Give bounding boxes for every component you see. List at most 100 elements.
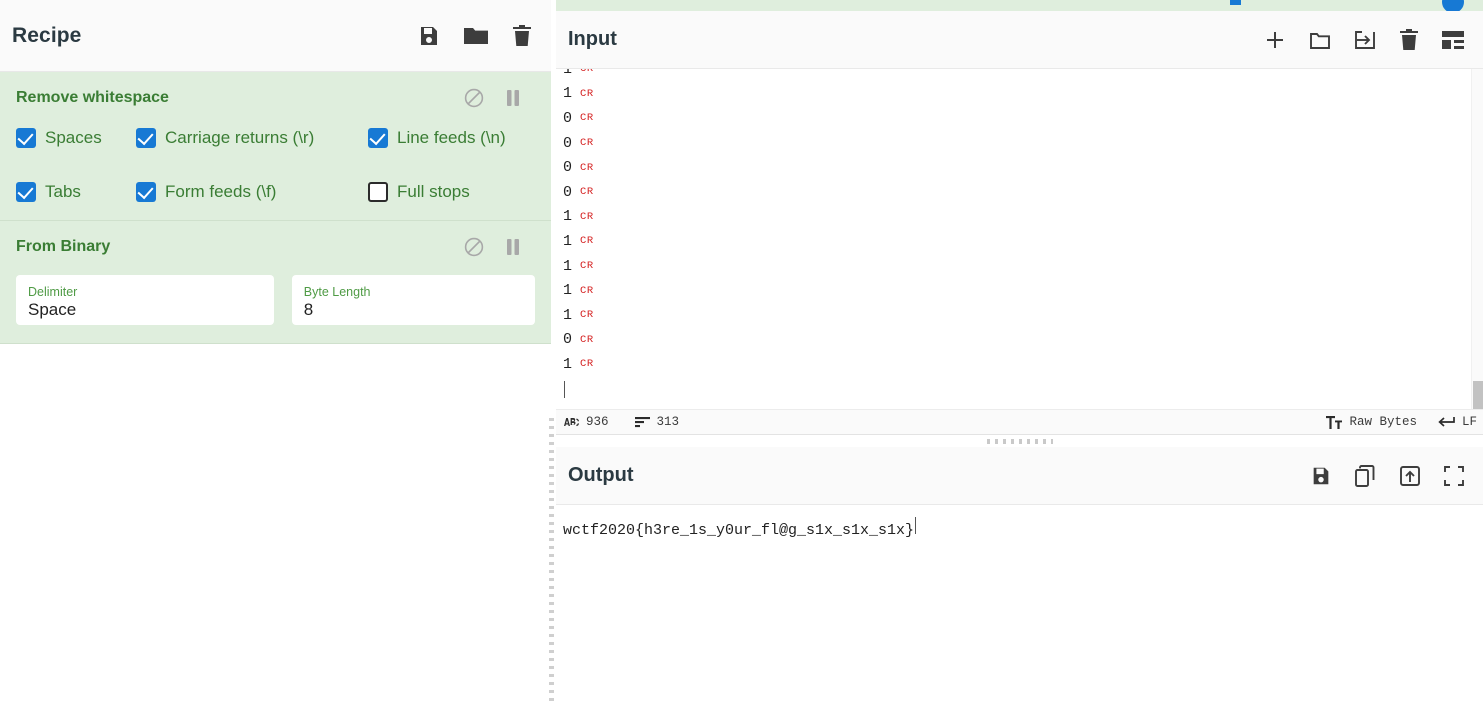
output-title-bar: Output [556, 447, 1483, 505]
lines-icon [634, 416, 650, 428]
byte-length-field-label: Byte Length [303, 284, 371, 299]
input-line[interactable]: 1 CR [563, 303, 1483, 328]
eol-marker: CR [580, 69, 594, 76]
clipped-blue-bar [1230, 0, 1241, 5]
checkbox-spaces[interactable]: Spaces [16, 128, 136, 148]
input-line[interactable]: 0 CR [563, 131, 1483, 156]
disable-operation-icon[interactable] [463, 87, 485, 109]
operation-controls [463, 87, 535, 109]
output-editor[interactable]: wctf2020{h3re_1s_y0ur_fl@g_s1x_s1x_s1x} [556, 505, 1483, 701]
input-encoding-control[interactable]: Raw Bytes [1326, 415, 1417, 429]
operation-remove-whitespace[interactable]: Remove whitespace Spaces Carriage return… [0, 72, 551, 221]
input-scrollbar[interactable] [1471, 69, 1483, 409]
checkbox-line-feeds-box[interactable] [368, 128, 388, 148]
eol-marker: CR [580, 210, 594, 223]
input-title-bar: Input [556, 11, 1483, 69]
clear-input-icon[interactable] [1398, 28, 1420, 52]
input-title: Input [568, 28, 617, 50]
input-toolbar [1263, 28, 1465, 52]
eol-marker: CR [580, 333, 594, 346]
copy-output-icon[interactable] [1353, 464, 1377, 488]
input-line[interactable]: 1 CR [563, 205, 1483, 230]
checkbox-line-feeds[interactable]: Line feeds (\n) [368, 128, 506, 148]
save-output-icon[interactable] [1310, 464, 1332, 488]
delimiter-field-value[interactable]: Space [28, 299, 262, 321]
reset-pane-layout-icon[interactable] [1441, 29, 1465, 51]
input-line-bit: 0 [563, 183, 573, 201]
input-line-bit: 1 [563, 232, 573, 250]
maximise-output-icon[interactable] [1443, 465, 1465, 487]
pause-operation-icon[interactable] [505, 237, 521, 257]
checkbox-full-stops-label: Full stops [397, 182, 470, 201]
input-line[interactable]: 1 CR [563, 278, 1483, 303]
byte-length-field-value[interactable]: 8 [304, 299, 523, 321]
text-caret [564, 380, 565, 398]
checkbox-carriage-returns[interactable]: Carriage returns (\r) [136, 128, 368, 148]
checkbox-form-feeds-box[interactable] [136, 182, 156, 202]
input-eol-control[interactable]: LF [1437, 415, 1477, 429]
checkbox-row-1: Spaces Carriage returns (\r) Line feeds … [16, 128, 535, 148]
recipe-pane: Recipe Remove whitespace Spaces Carriage… [0, 0, 551, 701]
input-line-empty[interactable] [563, 377, 1483, 402]
checkbox-spaces-box[interactable] [16, 128, 36, 148]
clear-recipe-icon[interactable] [511, 24, 533, 48]
add-input-tab-icon[interactable] [1263, 28, 1287, 52]
checkbox-full-stops[interactable]: Full stops [368, 182, 470, 202]
input-line[interactable]: 0 CR [563, 155, 1483, 180]
input-line-bit: 0 [563, 109, 573, 127]
input-line[interactable]: 0 CR [563, 328, 1483, 353]
input-line[interactable]: 0 CR [563, 106, 1483, 131]
delimiter-field[interactable]: Delimiter Space [16, 275, 274, 325]
checkbox-form-feeds-label: Form feeds (\f) [165, 182, 277, 201]
input-code-lines[interactable]: 1 CR 1 CR 0 CR 0 CR 0 CR 0 CR 1 CR 1 CR … [556, 69, 1483, 401]
operation-controls [463, 236, 535, 258]
eol-marker: CR [580, 87, 594, 100]
clipped-top-strip [556, 0, 1483, 11]
open-folder-icon[interactable] [1308, 28, 1332, 52]
save-recipe-icon[interactable] [417, 24, 441, 48]
input-line[interactable]: 1 CR [563, 254, 1483, 279]
vertical-splitter[interactable] [548, 418, 555, 701]
input-line[interactable]: 1 CR [563, 229, 1483, 254]
checkbox-form-feeds[interactable]: Form feeds (\f) [136, 182, 368, 202]
open-file-icon[interactable] [1353, 28, 1377, 52]
clipped-blue-circle [1442, 0, 1464, 11]
checkbox-carriage-returns-box[interactable] [136, 128, 156, 148]
input-encoding-value: Raw Bytes [1349, 415, 1417, 429]
input-scrollbar-thumb[interactable] [1473, 381, 1483, 409]
load-recipe-icon[interactable] [463, 24, 489, 48]
checkbox-tabs-box[interactable] [16, 182, 36, 202]
recipe-toolbar [417, 24, 533, 48]
checkbox-tabs[interactable]: Tabs [16, 182, 136, 202]
pause-operation-icon[interactable] [505, 88, 521, 108]
eol-marker: CR [580, 260, 594, 273]
input-editor[interactable]: 1 CR 1 CR 0 CR 0 CR 0 CR 0 CR 1 CR 1 CR … [556, 69, 1483, 409]
input-line-bit: 1 [563, 355, 573, 373]
operation-arguments: Delimiter Space Byte Length 8 [16, 275, 535, 325]
input-line-bit: 0 [563, 331, 573, 349]
byte-length-field[interactable]: Byte Length 8 [291, 275, 535, 325]
disable-operation-icon[interactable] [463, 236, 485, 258]
output-caret [915, 517, 917, 534]
output-toolbar [1310, 464, 1465, 488]
eol-marker: CR [580, 309, 594, 322]
checkbox-line-feeds-label: Line feeds (\n) [397, 128, 506, 147]
input-length-status: 936 [564, 415, 609, 429]
vertical-splitter-handle[interactable] [549, 418, 554, 701]
checkbox-tabs-label: Tabs [45, 182, 81, 201]
input-line[interactable]: 1 CR [563, 352, 1483, 377]
input-line-bit: 0 [563, 134, 573, 152]
checkbox-full-stops-box[interactable] [368, 182, 388, 202]
input-line[interactable]: 0 CR [563, 180, 1483, 205]
horizontal-splitter-handle[interactable] [986, 439, 1053, 444]
input-length-value: 936 [586, 415, 609, 429]
input-lines-status: 313 [634, 415, 679, 429]
input-line-bit: 1 [563, 257, 573, 275]
replace-input-icon[interactable] [1398, 464, 1422, 488]
input-line-bit: 1 [563, 85, 573, 103]
operation-from-binary[interactable]: From Binary Delimiter Space Byte Length … [0, 221, 551, 344]
horizontal-splitter[interactable] [556, 435, 1483, 447]
input-line[interactable]: 1 CR [563, 69, 1483, 82]
recipe-title-bar: Recipe [0, 0, 551, 72]
input-line[interactable]: 1 CR [563, 82, 1483, 107]
